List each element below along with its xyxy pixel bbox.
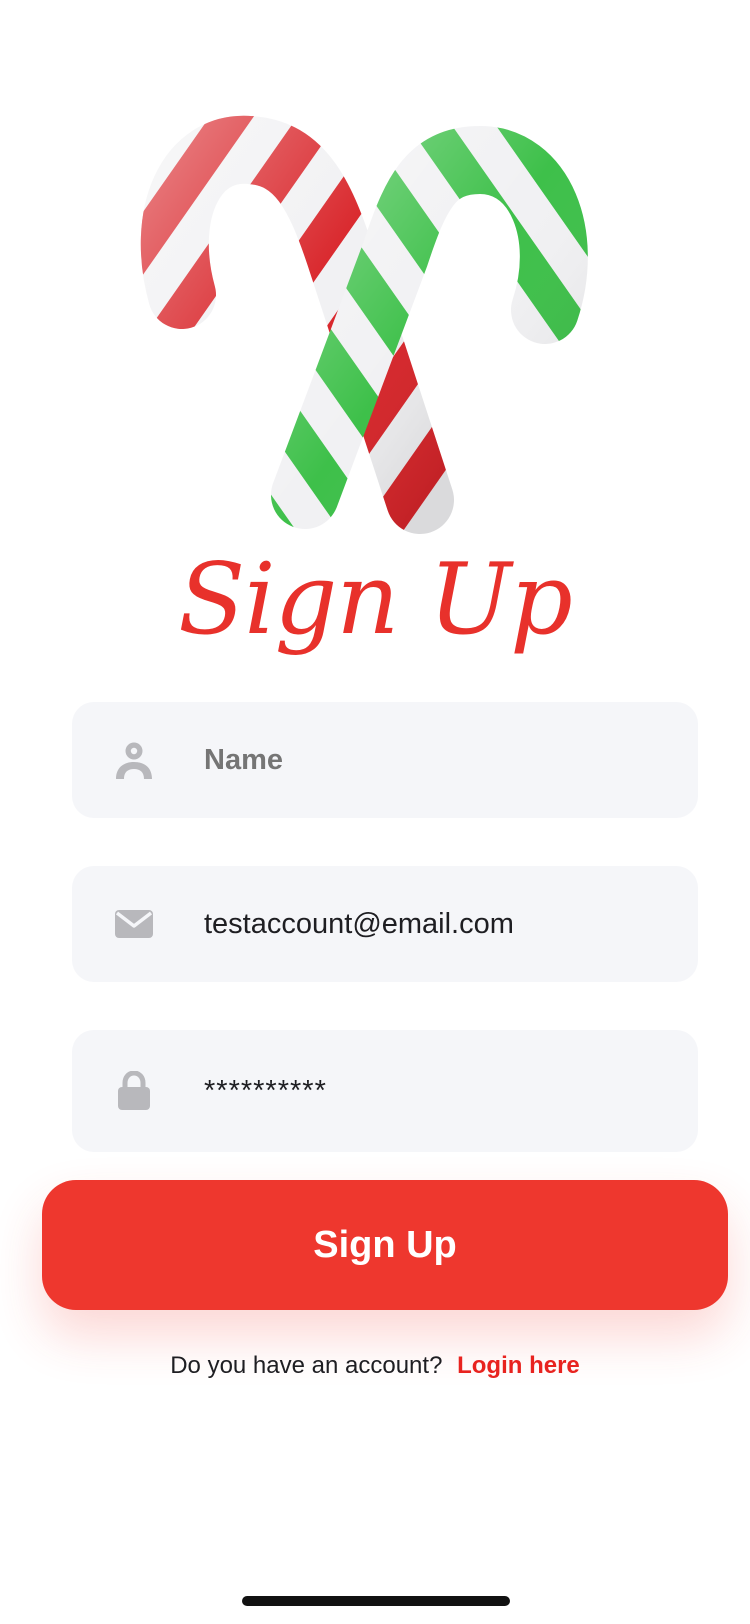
- home-indicator[interactable]: [242, 1596, 510, 1606]
- lock-icon: [118, 1071, 150, 1110]
- page-title: Sign Up: [178, 543, 573, 657]
- candy-canes-illustration: [140, 115, 588, 534]
- login-prompt-text: Do you have an account?: [170, 1352, 443, 1379]
- login-prompt: Do you have an account? Login here: [0, 1352, 750, 1380]
- password-field[interactable]: **********: [72, 1030, 698, 1152]
- person-icon: [116, 742, 152, 779]
- login-link[interactable]: Login here: [457, 1352, 580, 1379]
- email-field[interactable]: testaccount@email.com: [72, 866, 698, 982]
- envelope-icon: [115, 910, 153, 938]
- name-field[interactable]: [72, 702, 698, 818]
- sign-up-button[interactable]: Sign Up: [42, 1180, 728, 1310]
- email-value[interactable]: testaccount@email.com: [204, 866, 664, 982]
- password-value[interactable]: **********: [204, 1030, 664, 1152]
- name-input[interactable]: [204, 702, 664, 818]
